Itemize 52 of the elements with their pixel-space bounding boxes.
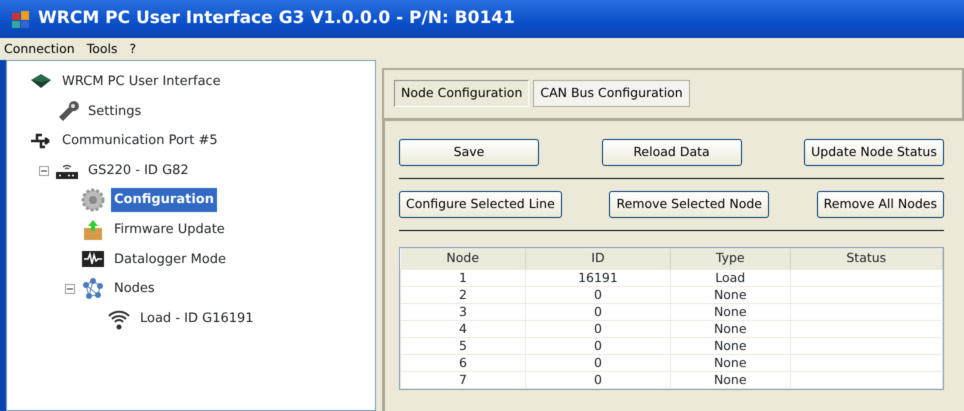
column-header: Type <box>670 248 790 270</box>
network-icon <box>81 276 105 301</box>
expander-icon[interactable] <box>39 166 49 176</box>
tab[interactable]: CAN Bus Configuration <box>533 80 690 107</box>
menu-item[interactable]: Connection <box>4 40 75 58</box>
table-cell: None <box>670 354 790 372</box>
table-cell: None <box>670 286 790 304</box>
table-cell: 3 <box>400 304 526 320</box>
table-cell: 0 <box>525 320 670 338</box>
menu-item[interactable]: ? <box>130 40 136 58</box>
table-cell: 1 <box>400 270 526 286</box>
table-cell: None <box>670 372 790 388</box>
button[interactable]: Remove All Nodes <box>816 190 944 218</box>
table-cell: 0 <box>525 338 670 354</box>
button[interactable]: Remove Selected Node <box>609 190 769 218</box>
tree-item[interactable]: Communication Port #5 <box>59 129 221 153</box>
table-cell: 0 <box>525 286 670 304</box>
button[interactable]: Update Node Status <box>804 139 944 166</box>
expander-icon[interactable] <box>65 284 75 294</box>
table-cell: 5 <box>400 338 526 354</box>
app-icon <box>10 9 32 29</box>
button[interactable]: Configure Selected Line <box>399 190 562 218</box>
tree-item[interactable]: GS220 - ID G82 <box>85 158 192 182</box>
tree-item[interactable]: Datalogger Mode <box>111 248 230 272</box>
table-cell: None <box>670 338 790 354</box>
table-cell: 0 <box>525 304 670 320</box>
tree-item[interactable]: WRCM PC User Interface <box>59 70 224 94</box>
button[interactable]: Save <box>399 139 539 166</box>
button[interactable]: Reload Data <box>602 139 742 166</box>
box-icon <box>81 218 105 242</box>
table-cell: 0 <box>525 372 670 388</box>
tree-item[interactable]: Nodes <box>111 277 158 301</box>
column-header: Status <box>790 248 942 270</box>
table-cell: None <box>670 320 790 338</box>
tree-item[interactable]: Firmware Update <box>111 218 228 242</box>
tab[interactable]: Node Configuration <box>394 80 530 107</box>
column-header: Node <box>400 248 526 270</box>
gear-icon <box>81 188 105 212</box>
column-header: ID <box>525 248 670 270</box>
table-cell: 2 <box>400 286 526 304</box>
window-title: WRCM PC User Interface G3 V1.0.0.0 - P/N: B0141 <box>38 7 515 30</box>
table-cell: None <box>670 304 790 320</box>
table-cell: 0 <box>525 354 670 372</box>
table-cell: 6 <box>400 354 526 372</box>
table-cell: 4 <box>400 320 526 338</box>
tree-item[interactable]: Settings <box>85 100 144 124</box>
menu-item[interactable]: Tools <box>86 40 118 58</box>
table-cell: Load <box>670 270 790 286</box>
tree-item[interactable]: Load - ID G16191 <box>137 306 257 330</box>
table-cell: 7 <box>400 372 526 388</box>
tree-item[interactable]: Configuration <box>111 188 217 212</box>
table-cell: 16191 <box>525 270 670 286</box>
